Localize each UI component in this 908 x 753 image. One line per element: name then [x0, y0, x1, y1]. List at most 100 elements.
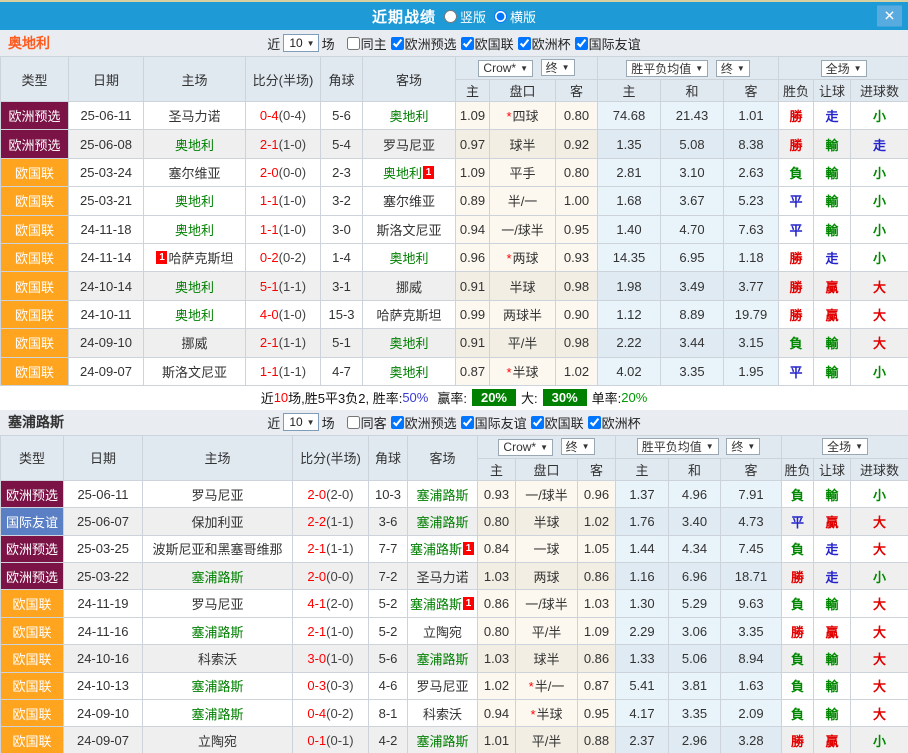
team-name: 塞浦路斯 — [191, 707, 243, 722]
layout-radio-horizontal[interactable]: 横版 — [494, 7, 536, 26]
same-home-checkbox[interactable]: 同主 — [347, 34, 387, 53]
match-row: 欧国联24-11-16塞浦路斯2-1(1-0)5-2立陶宛0.80平/半1.09… — [1, 617, 908, 644]
match-date: 24-11-19 — [64, 590, 143, 617]
league-checkbox[interactable]: 欧洲杯 — [588, 413, 641, 432]
handicap-odds-away: 1.02 — [578, 508, 616, 535]
handicap-odds-home: 0.96 — [456, 243, 490, 271]
final-avg-select[interactable]: 终▼ — [726, 438, 760, 455]
score: 2-1(1-1) — [293, 535, 369, 562]
avg-home-odds: 2.37 — [616, 727, 669, 753]
league-checkbox[interactable]: 欧洲预选 — [391, 34, 457, 53]
layout-radio-vertical[interactable]: 竖版 — [444, 7, 486, 26]
competition-badge: 欧国联 — [1, 158, 69, 186]
avg-away-odds: 7.91 — [721, 480, 782, 507]
radio-vertical-input[interactable] — [444, 10, 457, 23]
handicap-odds-home: 1.03 — [478, 563, 516, 590]
fullmatch-select[interactable]: 全场▼ — [821, 60, 867, 77]
avg-away-odds: 5.23 — [724, 187, 779, 215]
avg-draw-odds: 5.08 — [661, 130, 724, 158]
rank-badge: 1 — [423, 166, 434, 179]
league-checkbox[interactable]: 欧洲杯 — [518, 34, 571, 53]
avg-odds-select[interactable]: 胜平负均值▼ — [626, 60, 708, 77]
titlebar: 近期战绩 竖版 横版 ✕ — [0, 0, 908, 30]
league-checkbox[interactable]: 国际友谊 — [575, 34, 641, 53]
avg-draw-odds: 8.89 — [661, 300, 724, 328]
fullmatch-select[interactable]: 全场▼ — [822, 438, 868, 455]
same-away-checkbox[interactable]: 同客 — [347, 413, 387, 432]
corners: 4-7 — [321, 357, 363, 385]
team-name: 奥地利 — [383, 166, 422, 181]
handicap-group-header: Crow*▼ 终▼ — [456, 57, 598, 80]
handicap-odds-away: 0.95 — [556, 215, 598, 243]
league-checkbox[interactable]: 欧国联 — [461, 34, 514, 53]
final-odds-select[interactable]: 终▼ — [541, 59, 575, 76]
home-team: 奥地利 — [144, 130, 246, 158]
handicap-group-header: Crow*▼ 终▼ — [478, 435, 616, 458]
final-odds-select[interactable]: 终▼ — [561, 438, 595, 455]
subheader-avg-home: 主 — [598, 80, 661, 102]
avg-home-odds: 1.33 — [616, 645, 669, 672]
home-team: 塞浦路斯 — [143, 700, 293, 727]
result-goals: 小 — [851, 563, 908, 590]
result-goals: 小 — [851, 187, 908, 215]
match-date: 24-11-16 — [64, 617, 143, 644]
radio-horizontal-input[interactable] — [494, 10, 507, 23]
team-name: 斯洛文尼亚 — [162, 365, 227, 380]
col-header-home: 主场 — [143, 435, 293, 480]
recent-count-select[interactable]: 10 ▼ — [283, 413, 318, 431]
result-goals: 大 — [851, 590, 908, 617]
competition-badge: 欧洲预选 — [1, 535, 64, 562]
close-icon[interactable]: ✕ — [877, 6, 902, 27]
league-checkbox[interactable]: 欧洲预选 — [391, 413, 457, 432]
avg-away-odds: 2.63 — [724, 158, 779, 186]
handicap-odds-home: 0.94 — [456, 215, 490, 243]
result-goals: 大 — [851, 672, 908, 699]
avg-away-odds: 7.45 — [721, 535, 782, 562]
team-name: 科索沃 — [423, 707, 462, 722]
match-row: 欧国联24-11-141哈萨克斯坦0-2(0-2)1-4奥地利0.96*两球0.… — [1, 243, 908, 271]
result-win-loss: 負 — [782, 590, 814, 617]
matches-table-cyprus: 类型 日期 主场 比分(半场) 角球 客场 Crow*▼ 终▼ 胜平负均值▼ 终… — [0, 435, 908, 753]
result-goals: 小 — [851, 243, 908, 271]
same-home-checkbox-input[interactable] — [347, 37, 360, 50]
handicap-odds-away: 0.90 — [556, 300, 598, 328]
recent-count-select[interactable]: 10 ▼ — [283, 34, 318, 52]
subheader-odds-home: 主 — [456, 80, 490, 102]
league-checkbox[interactable]: 国际友谊 — [461, 413, 527, 432]
result-win-loss: 平 — [782, 508, 814, 535]
bookmaker-select[interactable]: Crow*▼ — [498, 439, 553, 456]
avg-odds-select[interactable]: 胜平负均值▼ — [637, 438, 719, 455]
avg-home-odds: 4.02 — [598, 357, 661, 385]
radio-horizontal-label: 横版 — [510, 7, 536, 26]
match-row: 欧洲预选25-03-22塞浦路斯2-0(0-0)7-2圣马力诺1.03两球0.8… — [1, 563, 908, 590]
handicap-odds-away: 1.02 — [556, 357, 598, 385]
games-label: 场 — [322, 413, 335, 432]
handicap-odds-home: 1.09 — [456, 102, 490, 130]
match-date: 24-09-07 — [69, 357, 144, 385]
home-team: 奥地利 — [144, 300, 246, 328]
bookmaker-select[interactable]: Crow*▼ — [478, 60, 533, 77]
match-row: 欧国联24-11-18奥地利1-1(1-0)3-0斯洛文尼亚0.94一/球半0.… — [1, 215, 908, 243]
result-goals: 大 — [851, 617, 908, 644]
home-team: 奥地利 — [144, 215, 246, 243]
competition-badge: 欧洲预选 — [1, 563, 64, 590]
score: 2-0(0-0) — [246, 158, 321, 186]
away-team: 塞浦路斯 — [408, 480, 478, 507]
avg-draw-odds: 4.34 — [669, 535, 721, 562]
avg-draw-odds: 3.81 — [669, 672, 721, 699]
league-checkbox[interactable]: 欧国联 — [531, 413, 584, 432]
result-win-loss: 勝 — [782, 617, 814, 644]
handicap-line: 一/球半 — [516, 590, 578, 617]
result-handicap: 輸 — [814, 130, 851, 158]
corners: 2-3 — [321, 158, 363, 186]
result-goals: 小 — [851, 727, 908, 753]
corners: 3-0 — [321, 215, 363, 243]
same-away-checkbox-input[interactable] — [347, 416, 360, 429]
result-handicap: 贏 — [814, 508, 851, 535]
final-avg-select[interactable]: 终▼ — [716, 60, 750, 77]
result-win-loss: 負 — [779, 329, 814, 357]
rank-badge: 1 — [463, 542, 474, 555]
avg-draw-odds: 3.40 — [669, 508, 721, 535]
handicap-line: 一/球半 — [490, 215, 556, 243]
team-name: 立陶宛 — [198, 734, 237, 749]
